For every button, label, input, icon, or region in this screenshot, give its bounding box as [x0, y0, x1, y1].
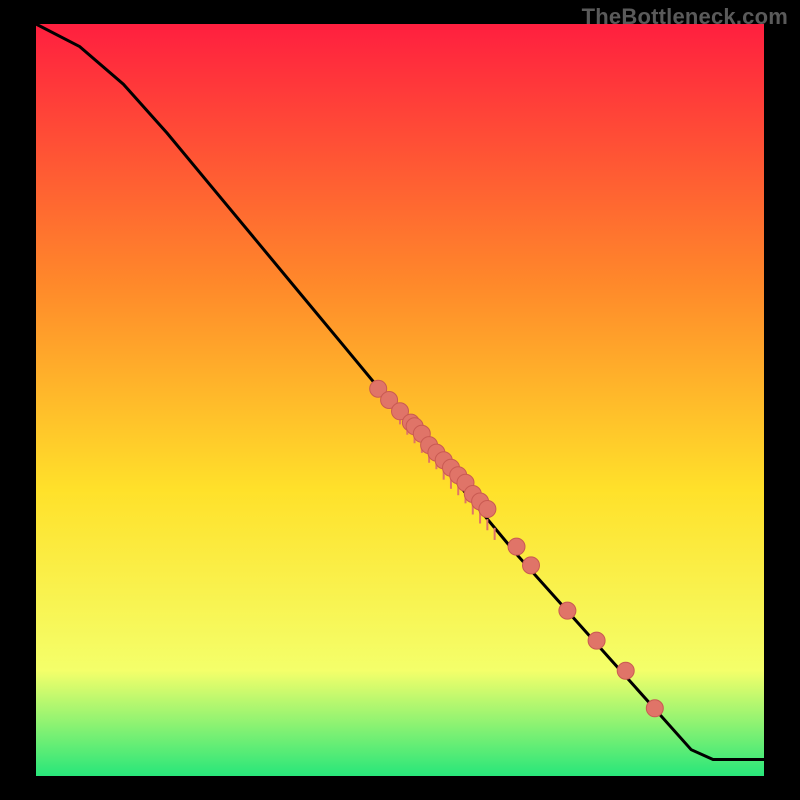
data-marker	[508, 538, 525, 555]
watermark-text: TheBottleneck.com	[582, 4, 788, 30]
chart-frame: TheBottleneck.com	[0, 0, 800, 800]
data-marker	[559, 602, 576, 619]
plot-area	[36, 24, 764, 776]
data-marker	[479, 501, 496, 518]
gradient-background	[36, 24, 764, 776]
data-marker	[588, 632, 605, 649]
data-marker	[646, 700, 663, 717]
data-marker	[617, 662, 634, 679]
chart-svg	[36, 24, 764, 776]
data-marker	[523, 557, 540, 574]
